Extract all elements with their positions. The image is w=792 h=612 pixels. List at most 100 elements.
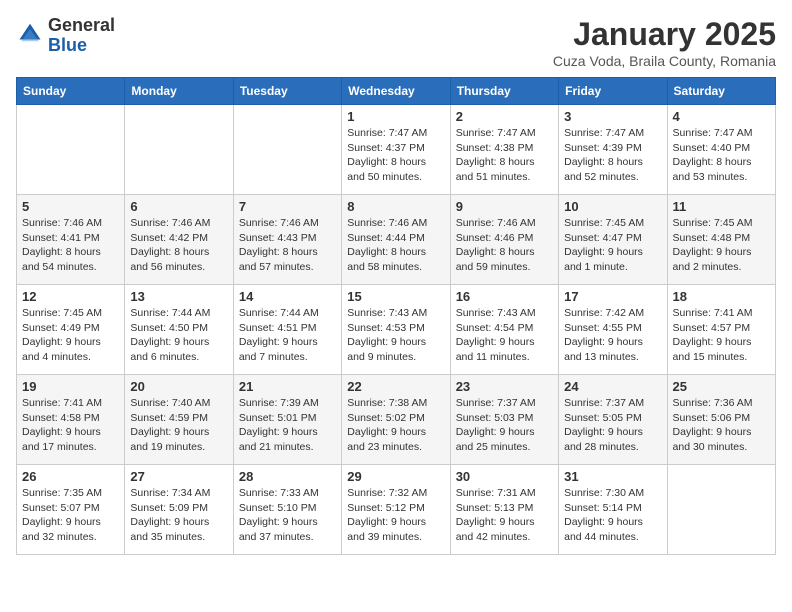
calendar-cell: 1 Sunrise: 7:47 AM Sunset: 4:37 PM Daylig… (342, 105, 450, 195)
day-number: 22 (347, 379, 444, 394)
day-number: 2 (456, 109, 553, 124)
day-info: Sunrise: 7:33 AM Sunset: 5:10 PM Dayligh… (239, 486, 336, 545)
day-number: 24 (564, 379, 661, 394)
calendar-cell: 23Sunrise: 7:37 AM Sunset: 5:03 PM Dayli… (450, 375, 558, 465)
calendar-cell: 27 Sunrise: 7:34 AM Sunset: 5:09 PM Dayli… (125, 465, 233, 555)
day-number: 4 (673, 109, 770, 124)
calendar-week-row: 26Sunrise: 7:35 AM Sunset: 5:07 PM Dayli… (17, 465, 776, 555)
day-number: 15 (347, 289, 444, 304)
day-number: 6 (130, 199, 227, 214)
calendar-week-row: 12 Sunrise: 7:45 AM Sunset: 4:49 PM Dayli… (17, 285, 776, 375)
calendar-cell (233, 105, 341, 195)
day-number: 9 (456, 199, 553, 214)
calendar-cell: 21 Sunrise: 7:39 AM Sunset: 5:01 PM Dayli… (233, 375, 341, 465)
day-number: 10 (564, 199, 661, 214)
day-info: Sunrise: 7:36 AM Sunset: 5:06 PM Dayligh… (673, 396, 770, 455)
day-number: 19 (22, 379, 119, 394)
calendar-cell: 4 Sunrise: 7:47 AM Sunset: 4:40 PM Daylig… (667, 105, 775, 195)
day-info: Sunrise: 7:47 AM Sunset: 4:37 PM Dayligh… (347, 126, 444, 185)
day-info: Sunrise: 7:47 AM Sunset: 4:39 PM Dayligh… (564, 126, 661, 185)
calendar-cell: 6 Sunrise: 7:46 AM Sunset: 4:42 PM Daylig… (125, 195, 233, 285)
calendar-cell: 29 Sunrise: 7:32 AM Sunset: 5:12 PM Dayli… (342, 465, 450, 555)
weekday-header: Monday (125, 78, 233, 105)
calendar-cell: 25Sunrise: 7:36 AM Sunset: 5:06 PM Dayli… (667, 375, 775, 465)
day-info: Sunrise: 7:44 AM Sunset: 4:51 PM Dayligh… (239, 306, 336, 365)
day-number: 23 (456, 379, 553, 394)
day-info: Sunrise: 7:47 AM Sunset: 4:38 PM Dayligh… (456, 126, 553, 185)
day-number: 27 (130, 469, 227, 484)
calendar-cell: 8 Sunrise: 7:46 AM Sunset: 4:44 PM Daylig… (342, 195, 450, 285)
day-info: Sunrise: 7:46 AM Sunset: 4:46 PM Dayligh… (456, 216, 553, 275)
day-info: Sunrise: 7:32 AM Sunset: 5:12 PM Dayligh… (347, 486, 444, 545)
calendar-cell (125, 105, 233, 195)
day-number: 1 (347, 109, 444, 124)
day-info: Sunrise: 7:45 AM Sunset: 4:47 PM Dayligh… (564, 216, 661, 275)
day-info: Sunrise: 7:46 AM Sunset: 4:44 PM Dayligh… (347, 216, 444, 275)
day-info: Sunrise: 7:44 AM Sunset: 4:50 PM Dayligh… (130, 306, 227, 365)
weekday-header: Saturday (667, 78, 775, 105)
day-info: Sunrise: 7:41 AM Sunset: 4:58 PM Dayligh… (22, 396, 119, 455)
day-info: Sunrise: 7:41 AM Sunset: 4:57 PM Dayligh… (673, 306, 770, 365)
calendar-cell: 17Sunrise: 7:42 AM Sunset: 4:55 PM Dayli… (559, 285, 667, 375)
calendar-cell: 20 Sunrise: 7:40 AM Sunset: 4:59 PM Dayli… (125, 375, 233, 465)
calendar-cell: 9 Sunrise: 7:46 AM Sunset: 4:46 PM Daylig… (450, 195, 558, 285)
day-number: 26 (22, 469, 119, 484)
day-info: Sunrise: 7:34 AM Sunset: 5:09 PM Dayligh… (130, 486, 227, 545)
calendar-cell: 22Sunrise: 7:38 AM Sunset: 5:02 PM Dayli… (342, 375, 450, 465)
day-number: 17 (564, 289, 661, 304)
weekday-header: Sunday (17, 78, 125, 105)
day-info: Sunrise: 7:47 AM Sunset: 4:40 PM Dayligh… (673, 126, 770, 185)
calendar-week-row: 5 Sunrise: 7:46 AM Sunset: 4:41 PM Daylig… (17, 195, 776, 285)
calendar-body: 1 Sunrise: 7:47 AM Sunset: 4:37 PM Daylig… (17, 105, 776, 555)
day-info: Sunrise: 7:45 AM Sunset: 4:49 PM Dayligh… (22, 306, 119, 365)
calendar-subtitle: Cuza Voda, Braila County, Romania (553, 53, 776, 69)
day-number: 5 (22, 199, 119, 214)
day-number: 11 (673, 199, 770, 214)
day-number: 21 (239, 379, 336, 394)
weekday-row: SundayMondayTuesdayWednesdayThursdayFrid… (17, 78, 776, 105)
day-number: 18 (673, 289, 770, 304)
day-number: 14 (239, 289, 336, 304)
calendar-cell: 31 Sunrise: 7:30 AM Sunset: 5:14 PM Dayli… (559, 465, 667, 555)
calendar-week-row: 19 Sunrise: 7:41 AM Sunset: 4:58 PM Dayli… (17, 375, 776, 465)
calendar-cell: 24Sunrise: 7:37 AM Sunset: 5:05 PM Dayli… (559, 375, 667, 465)
calendar-header: SundayMondayTuesdayWednesdayThursdayFrid… (17, 78, 776, 105)
day-number: 28 (239, 469, 336, 484)
calendar-cell: 30 Sunrise: 7:31 AM Sunset: 5:13 PM Dayli… (450, 465, 558, 555)
calendar-table: SundayMondayTuesdayWednesdayThursdayFrid… (16, 77, 776, 555)
day-info: Sunrise: 7:31 AM Sunset: 5:13 PM Dayligh… (456, 486, 553, 545)
calendar-week-row: 1 Sunrise: 7:47 AM Sunset: 4:37 PM Daylig… (17, 105, 776, 195)
logo-icon (16, 22, 44, 50)
title-block: January 2025 Cuza Voda, Braila County, R… (553, 16, 776, 69)
logo-general: General (48, 15, 115, 35)
day-info: Sunrise: 7:45 AM Sunset: 4:48 PM Dayligh… (673, 216, 770, 275)
calendar-cell: 28 Sunrise: 7:33 AM Sunset: 5:10 PM Dayli… (233, 465, 341, 555)
weekday-header: Thursday (450, 78, 558, 105)
calendar-cell: 15Sunrise: 7:43 AM Sunset: 4:53 PM Dayli… (342, 285, 450, 375)
weekday-header: Tuesday (233, 78, 341, 105)
calendar-cell (17, 105, 125, 195)
day-info: Sunrise: 7:40 AM Sunset: 4:59 PM Dayligh… (130, 396, 227, 455)
day-number: 7 (239, 199, 336, 214)
weekday-header: Friday (559, 78, 667, 105)
day-number: 8 (347, 199, 444, 214)
day-info: Sunrise: 7:39 AM Sunset: 5:01 PM Dayligh… (239, 396, 336, 455)
day-number: 16 (456, 289, 553, 304)
day-number: 3 (564, 109, 661, 124)
day-number: 30 (456, 469, 553, 484)
day-info: Sunrise: 7:30 AM Sunset: 5:14 PM Dayligh… (564, 486, 661, 545)
day-number: 29 (347, 469, 444, 484)
day-info: Sunrise: 7:46 AM Sunset: 4:41 PM Dayligh… (22, 216, 119, 275)
logo-blue: Blue (48, 35, 87, 55)
logo-text: General Blue (48, 16, 115, 56)
day-info: Sunrise: 7:46 AM Sunset: 4:42 PM Dayligh… (130, 216, 227, 275)
day-number: 12 (22, 289, 119, 304)
calendar-cell: 2 Sunrise: 7:47 AM Sunset: 4:38 PM Daylig… (450, 105, 558, 195)
calendar-cell: 13Sunrise: 7:44 AM Sunset: 4:50 PM Dayli… (125, 285, 233, 375)
day-number: 31 (564, 469, 661, 484)
calendar-cell: 12 Sunrise: 7:45 AM Sunset: 4:49 PM Dayli… (17, 285, 125, 375)
day-number: 20 (130, 379, 227, 394)
calendar-cell: 5 Sunrise: 7:46 AM Sunset: 4:41 PM Daylig… (17, 195, 125, 285)
calendar-cell: 11 Sunrise: 7:45 AM Sunset: 4:48 PM Dayli… (667, 195, 775, 285)
calendar-cell: 26Sunrise: 7:35 AM Sunset: 5:07 PM Dayli… (17, 465, 125, 555)
